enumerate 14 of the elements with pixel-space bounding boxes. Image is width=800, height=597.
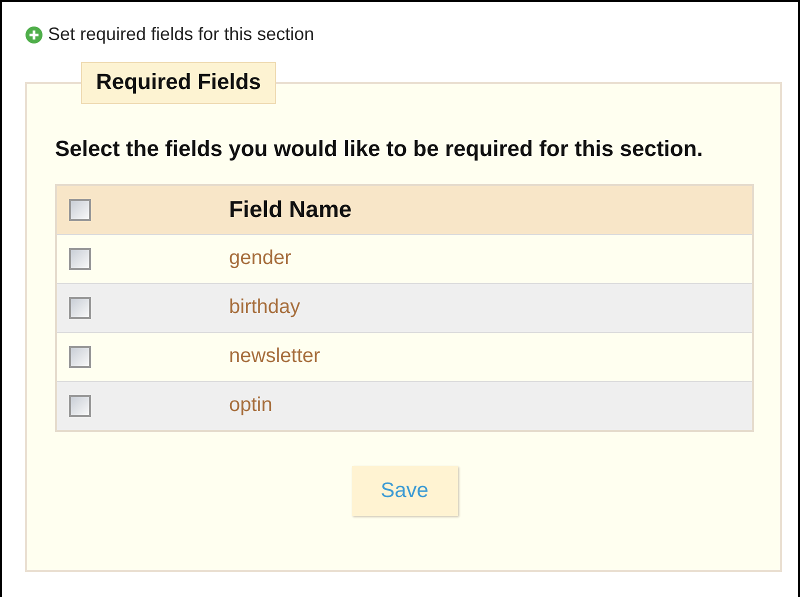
checkbox[interactable] bbox=[69, 346, 91, 368]
column-header: Field Name bbox=[229, 196, 352, 223]
field-name: gender bbox=[229, 247, 292, 270]
legend-title: Required Fields bbox=[81, 62, 276, 104]
field-name: optin bbox=[229, 394, 272, 417]
checkbox[interactable] bbox=[69, 248, 91, 270]
checkbox[interactable] bbox=[69, 296, 91, 318]
field-name: newsletter bbox=[229, 345, 320, 368]
instructions-text: Select the fields you would like to be required for this section. bbox=[55, 134, 704, 163]
toggle-link[interactable]: Set required fields for this section bbox=[25, 24, 314, 45]
plus-icon bbox=[25, 26, 43, 44]
checkbox[interactable] bbox=[69, 394, 91, 416]
checkbox[interactable] bbox=[69, 198, 91, 220]
field-name: birthday bbox=[229, 296, 300, 319]
